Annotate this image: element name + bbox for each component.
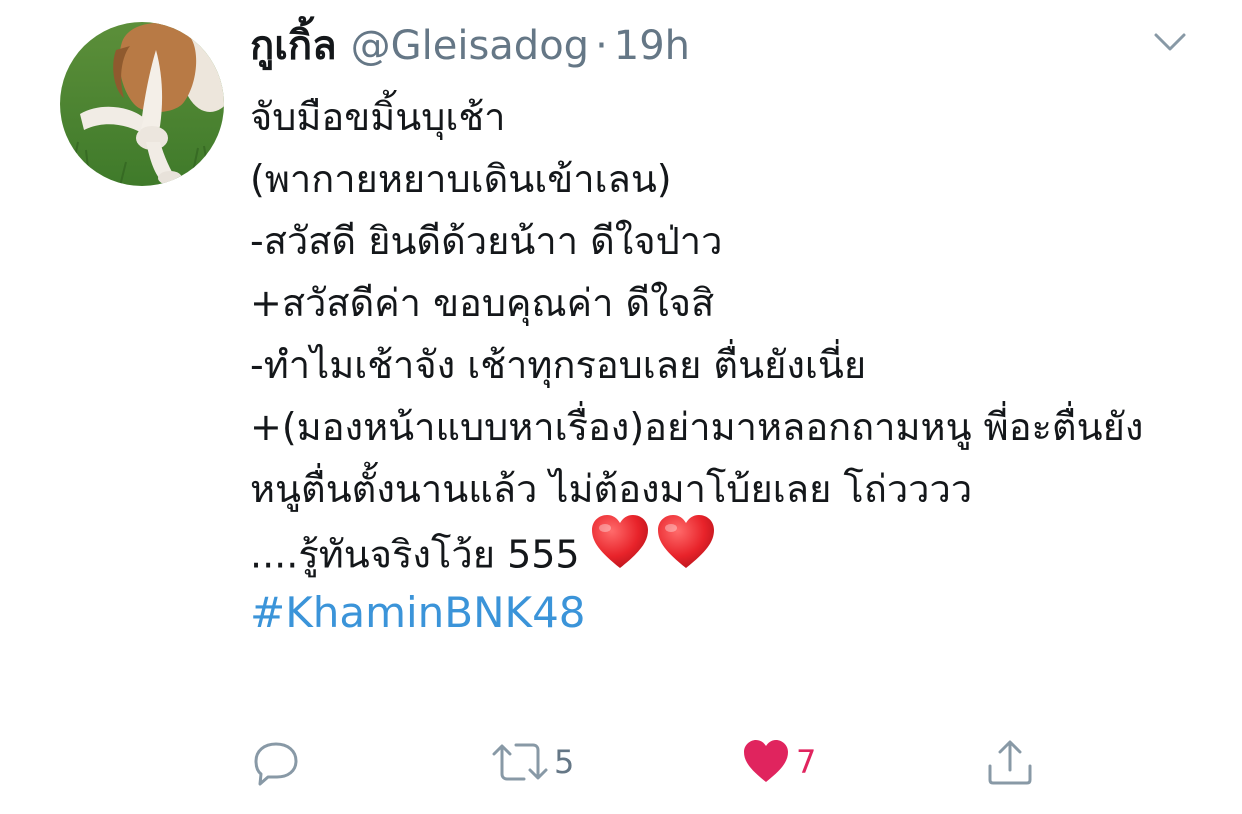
tweet-actions: 5 7 xyxy=(250,730,1050,794)
red-heart-emoji xyxy=(656,514,716,588)
heart-icon xyxy=(740,736,792,788)
handle[interactable]: @Gleisadog xyxy=(351,18,589,74)
like-count: 7 xyxy=(796,743,817,781)
tweet-line: ....รู้ทันจริงโว้ย 555 xyxy=(250,532,580,577)
tweet-line-with-emoji: ....รู้ทันจริงโว้ย 555 xyxy=(250,515,1180,582)
display-name[interactable]: กูเกิ้ล xyxy=(250,18,337,74)
tweet-line: จับมือขมิ้นบุเช้า xyxy=(250,95,506,139)
separator-dot: · xyxy=(595,23,608,69)
tweet-header: กูเกิ้ล @Gleisadog · 19h xyxy=(250,18,690,74)
share-button[interactable] xyxy=(984,730,1036,794)
like-button[interactable]: 7 xyxy=(740,730,816,794)
hashtag-link[interactable]: #KhaminBNK48 xyxy=(250,582,1180,644)
emoji-group xyxy=(590,514,716,588)
tweet-text: จับมือขมิ้นบุเช้า (พากายหยาบเดินเข้าเลน)… xyxy=(250,86,1180,644)
red-heart-emoji xyxy=(590,514,650,588)
reply-button[interactable] xyxy=(250,730,302,794)
avatar[interactable] xyxy=(60,22,224,186)
retweet-count: 5 xyxy=(554,743,575,781)
tweet-line: +สวัสดีค่า ขอบคุณค่า ดีใจสิ xyxy=(250,281,715,325)
share-icon xyxy=(984,736,1036,788)
timestamp[interactable]: 19h xyxy=(614,18,690,74)
chevron-down-icon[interactable] xyxy=(1152,30,1188,54)
tweet-line: -ทำไมเช้าจัง เช้าทุกรอบเลย ตื่นยังเนี่ย xyxy=(250,343,867,387)
reply-icon xyxy=(250,736,302,788)
tweet: กูเกิ้ล @Gleisadog · 19h จับมือขมิ้นบุเช… xyxy=(0,0,1242,814)
tweet-line: +(มองหน้าแบบหาเรื่อง)อย่ามาหลอกถามหนู พี… xyxy=(250,405,1144,511)
retweet-icon xyxy=(490,736,550,788)
tweet-line: -สวัสดี ยินดีด้วยน้าา ดีใจป่าว xyxy=(250,219,723,263)
retweet-button[interactable]: 5 xyxy=(490,730,574,794)
tweet-line: (พากายหยาบเดินเข้าเลน) xyxy=(250,157,672,201)
